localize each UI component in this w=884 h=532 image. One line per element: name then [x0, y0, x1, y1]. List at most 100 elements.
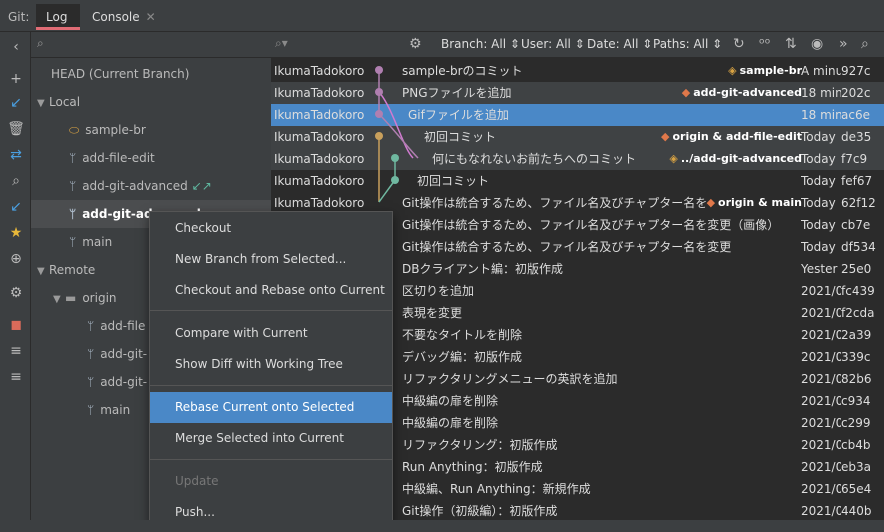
menu-item-compare[interactable]: Compare with Current [150, 318, 392, 349]
add-icon[interactable]: + [5, 68, 27, 90]
tree-group-label: Remote [49, 263, 96, 277]
eye-icon[interactable]: ◉ [811, 36, 823, 52]
branch-icon: ᛘ [87, 319, 95, 333]
tab-console-label: Console [92, 10, 140, 24]
filter-date[interactable]: Date: All ⇕ [587, 37, 652, 51]
target-icon[interactable]: ⊕ [5, 248, 27, 270]
search-icon[interactable]: ⌕ [861, 36, 869, 52]
folder-icon[interactable]: ◼ [5, 314, 27, 336]
arrow-icon[interactable]: ↙ [5, 196, 27, 218]
commit-ref-text: ../add-git-advanced [680, 152, 802, 165]
menu-item-merge[interactable]: Merge Selected into Current [150, 423, 392, 454]
search-icon: ⌕ [37, 36, 44, 50]
tab-console[interactable]: Console ✕ [82, 4, 166, 30]
commit-message: リファクタリング：初版作成 [402, 438, 558, 452]
chevron-down-icon[interactable]: ▼ [53, 286, 65, 314]
commit-author: IkumaTadokoro [274, 152, 365, 166]
branch-icon: ᛘ [69, 207, 77, 221]
commit-date: 18 min [801, 86, 841, 100]
menu-item-update[interactable]: Update [150, 466, 392, 497]
tree-item-label: add-git- [100, 375, 148, 389]
commit-date: A minu [801, 64, 841, 78]
tag-icon: ◈ [669, 152, 678, 165]
refresh-icon[interactable]: ↻ [733, 36, 745, 52]
tree-group-label: Local [49, 95, 81, 109]
menu-item-new-branch[interactable]: New Branch from Selected... [150, 244, 392, 275]
commit-date: Today [801, 174, 836, 188]
more-icon[interactable]: » [839, 36, 848, 52]
tag-icon: ⬭ [69, 123, 80, 137]
delete-icon[interactable]: 🗑 [5, 118, 27, 140]
commit-message: Git操作（初級編）：初版作成 [402, 504, 558, 518]
commit-hash: 440b [841, 504, 872, 518]
branch-icon: ᛘ [87, 347, 95, 361]
graph-node [375, 66, 383, 74]
branch-icon: ᛘ [87, 375, 95, 389]
commit-date: 2021/0 [801, 504, 841, 518]
menu-item-show-diff[interactable]: Show Diff with Working Tree [150, 349, 392, 380]
tree-item-label: add-file [100, 319, 146, 333]
tree-item-label: main [100, 403, 131, 417]
commit-author: IkumaTadokoro [274, 130, 365, 144]
sort-icon[interactable]: ⇅ [785, 36, 797, 52]
commit-ref-label: ◆ origin & add-file-edit [661, 126, 802, 148]
graph-node [375, 110, 383, 118]
commit-hash: df534 [841, 240, 876, 254]
commit-hash: cb7e [841, 218, 871, 232]
commit-date: 2021/0 [801, 482, 841, 496]
log-search-field[interactable]: ⌕▾ [275, 36, 399, 54]
collapse-all-icon[interactable]: ≡ [5, 366, 27, 388]
commit-date: 2021/0 [801, 284, 841, 298]
commit-hash: c934 [841, 394, 871, 408]
tree-item-add-git-advanced[interactable]: ᛘ add-git-advanced ↙↗ [31, 172, 271, 200]
star-icon[interactable]: ★ [5, 222, 27, 244]
menu-item-checkout-rebase[interactable]: Checkout and Rebase onto Current [150, 275, 392, 306]
settings-icon[interactable]: ⚙ [409, 36, 422, 52]
update-icon[interactable]: ↙ [5, 92, 27, 114]
commit-message: 中級編、Run Anything：新規作成 [402, 482, 591, 496]
commit-date: Today [801, 196, 836, 210]
cherry-pick-icon[interactable]: ᵒᵒ [759, 36, 771, 52]
chevron-left-icon[interactable]: ‹ [5, 36, 27, 58]
commit-date: Today [801, 240, 836, 254]
search-icon: ⌕▾ [275, 36, 288, 50]
collapse-icon[interactable]: ⇄ [5, 144, 27, 166]
commit-ref-label: ◈ sample-br [728, 60, 802, 82]
tree-item-label: add-git- [100, 347, 148, 361]
menu-item-rebase[interactable]: Rebase Current onto Selected [150, 392, 392, 423]
expand-all-icon[interactable]: ≡ [5, 340, 27, 362]
commit-message: Git操作は統合するため、ファイル名及びチャプター名を [402, 196, 708, 210]
commit-hash: f7c9 [841, 152, 868, 166]
search-icon[interactable]: ⌕ [5, 170, 27, 192]
tab-log[interactable]: Log [36, 4, 80, 30]
commit-date: 2021/0 [801, 416, 841, 430]
chevron-down-icon[interactable]: ▼ [37, 90, 49, 118]
close-icon[interactable]: ✕ [146, 10, 156, 24]
commit-message: 不要なタイトルを削除 [402, 328, 523, 342]
branch-search-field[interactable]: ⌕ [31, 32, 271, 58]
tree-group-local[interactable]: ▼ Local [31, 88, 271, 116]
filter-paths[interactable]: Paths: All ⇕ [653, 37, 722, 51]
commit-hash: eb3a [841, 460, 871, 474]
menu-separator [150, 310, 392, 311]
commit-author: IkumaTadokoro [274, 108, 365, 122]
filter-branch[interactable]: Branch: All ⇕ [441, 37, 520, 51]
graph-node [375, 88, 383, 96]
commit-date: Today [801, 152, 836, 166]
folder-icon: ▬ [65, 291, 77, 305]
graph-edge [378, 91, 414, 159]
commit-hash: 2a39 [841, 328, 872, 342]
commit-date: 2021/0 [801, 460, 841, 474]
menu-separator [150, 385, 392, 386]
commit-hash: 62f12 [841, 196, 876, 210]
tree-item-head[interactable]: HEAD (Current Branch) [31, 60, 271, 88]
commit-author: IkumaTadokoro [274, 64, 365, 78]
menu-item-checkout[interactable]: Checkout [150, 213, 392, 244]
tree-item-label: add-git-advanced [82, 179, 188, 193]
chevron-down-icon[interactable]: ▼ [37, 258, 49, 286]
tree-item-sample-br[interactable]: ⬭ sample-br [31, 116, 271, 144]
filter-user[interactable]: User: All ⇕ [521, 37, 585, 51]
commit-hash: 927c [841, 64, 871, 78]
tree-item-add-file-edit[interactable]: ᛘ add-file-edit [31, 144, 271, 172]
settings-icon[interactable]: ⚙ [5, 282, 27, 304]
